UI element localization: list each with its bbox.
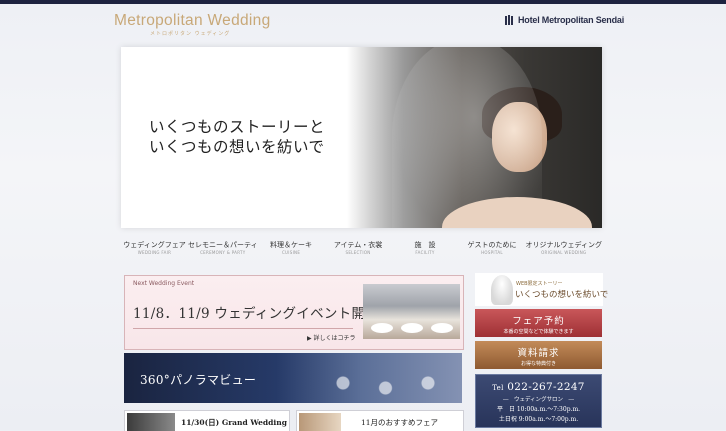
recommended-fair-thumb: [299, 413, 341, 431]
nav-label: オリジナルウェディング: [525, 241, 603, 249]
contact-box: Tel 022-267-2247 ― ウェディングサロン ― 平 日 10:00…: [475, 374, 602, 428]
web-story-title: いくつもの想いを紡いで: [515, 290, 609, 300]
hours-weekend: 土日祝 9:00a.m.～7:00p.m.: [498, 416, 579, 423]
grand-fair-thumb: [127, 413, 175, 431]
nav-cuisine[interactable]: 料理＆ケーキ CUISINE: [258, 240, 325, 264]
nav-label: ウェディングフェア: [123, 241, 186, 249]
brochure-request-button[interactable]: 資料請求 お得な特典付き: [475, 341, 602, 369]
hotel-link[interactable]: Hotel Metropolitan Sendai: [505, 15, 624, 25]
tel-number: 022-267-2247: [507, 381, 585, 393]
panorama-title: 360°パノラマビュー: [140, 373, 257, 387]
nav-sublabel: ORIGINAL WEDDING: [541, 250, 587, 255]
nav-facility[interactable]: 施 設 FACILITY: [392, 240, 459, 264]
global-nav: ウェディングフェア WEDDING FAIR セレモニー＆パーティ CEREMO…: [121, 240, 602, 264]
fair-reservation-sub: 本番の空間などで体験できます: [503, 329, 574, 335]
site-logo-sub: メトロポリタン ウェディング: [150, 31, 231, 37]
event-divider: [133, 328, 353, 329]
grand-fair-text: 11/30(日) Grand Wedding Fair: [181, 418, 289, 427]
nav-selection[interactable]: アイテム・衣裳 SELECTION: [325, 240, 392, 264]
nav-label: 施 設: [414, 241, 436, 249]
salon-label: ― ウェディングサロン ―: [502, 397, 575, 403]
top-bar: [0, 0, 726, 4]
nav-label: 料理＆ケーキ: [270, 241, 313, 249]
bride-thumb: [491, 275, 513, 305]
table-shape: [371, 323, 393, 333]
nav-wedding-fair[interactable]: ウェディングフェア WEDDING FAIR: [121, 240, 188, 264]
panorama-banner[interactable]: 360°パノラマビュー: [124, 353, 462, 403]
web-story-label: WEB限定ストーリー: [516, 281, 563, 287]
hero-photo: [347, 47, 602, 228]
grand-fair-banner[interactable]: 11/30(日) Grand Wedding Fair: [124, 410, 290, 431]
hero-banner: いくつものストーリーと いくつもの想いを紡いで: [121, 47, 602, 228]
fair-reservation-label: フェア予約: [512, 316, 565, 327]
tel-label: Tel: [492, 384, 504, 392]
nav-label: セレモニー＆パーティ: [187, 241, 258, 249]
phone-number[interactable]: Tel 022-267-2247: [476, 381, 601, 393]
event-banner[interactable]: Next Wedding Event 11/8．11/9 ウェディングイベント開…: [124, 275, 464, 350]
nav-sublabel: WEDDING FAIR: [137, 250, 172, 255]
panorama-photo: [292, 353, 462, 403]
nav-sublabel: CUISINE: [281, 250, 301, 255]
hero-copy: いくつものストーリーと いくつもの想いを紡いで: [149, 117, 325, 157]
recommended-fair-banner[interactable]: 11月のおすすめフェア: [296, 410, 464, 431]
hero-line-2: いくつもの想いを紡いで: [149, 138, 325, 156]
nav-label: ゲストのために: [467, 241, 517, 249]
hotel-name: Hotel Metropolitan Sendai: [518, 15, 625, 25]
brochure-request-label: 資料請求: [517, 348, 560, 359]
nav-sublabel: SELECTION: [345, 250, 371, 255]
brochure-request-sub: お得な特典付き: [520, 361, 556, 367]
site-logo[interactable]: Metropolitan Wedding: [114, 12, 271, 30]
nav-ceremony-party[interactable]: セレモニー＆パーティ CEREMONY & PARTY: [188, 240, 258, 264]
nav-hospitality[interactable]: ゲストのために HOSPITAL: [459, 240, 526, 264]
fair-reservation-button[interactable]: フェア予約 本番の空間などで体験できます: [475, 309, 602, 337]
nav-sublabel: FACILITY: [415, 250, 435, 255]
nav-sublabel: HOSPITAL: [481, 250, 503, 255]
hotel-mark-icon: [505, 15, 513, 25]
hours-weekday: 平 日 10:00a.m.～7:30p.m.: [496, 406, 581, 413]
nav-sublabel: CEREMONY & PARTY: [200, 250, 246, 255]
web-story-banner[interactable]: WEB限定ストーリー いくつもの想いを紡いで: [475, 273, 608, 306]
event-details-link[interactable]: ▶ 詳しくはコチラ: [307, 333, 356, 342]
nav-original-wedding[interactable]: オリジナルウェディング ORIGINAL WEDDING: [526, 240, 603, 264]
event-photo: [363, 284, 460, 339]
event-label: Next Wedding Event: [133, 280, 195, 287]
recommended-fair-text: 11月のおすすめフェア: [361, 418, 439, 427]
hero-line-1: いくつものストーリーと: [149, 118, 326, 136]
event-title: 11/8．11/9 ウェディングイベント開催: [133, 306, 380, 322]
table-shape: [401, 323, 423, 333]
table-shape: [431, 323, 453, 333]
nav-label: アイテム・衣裳: [333, 241, 383, 249]
